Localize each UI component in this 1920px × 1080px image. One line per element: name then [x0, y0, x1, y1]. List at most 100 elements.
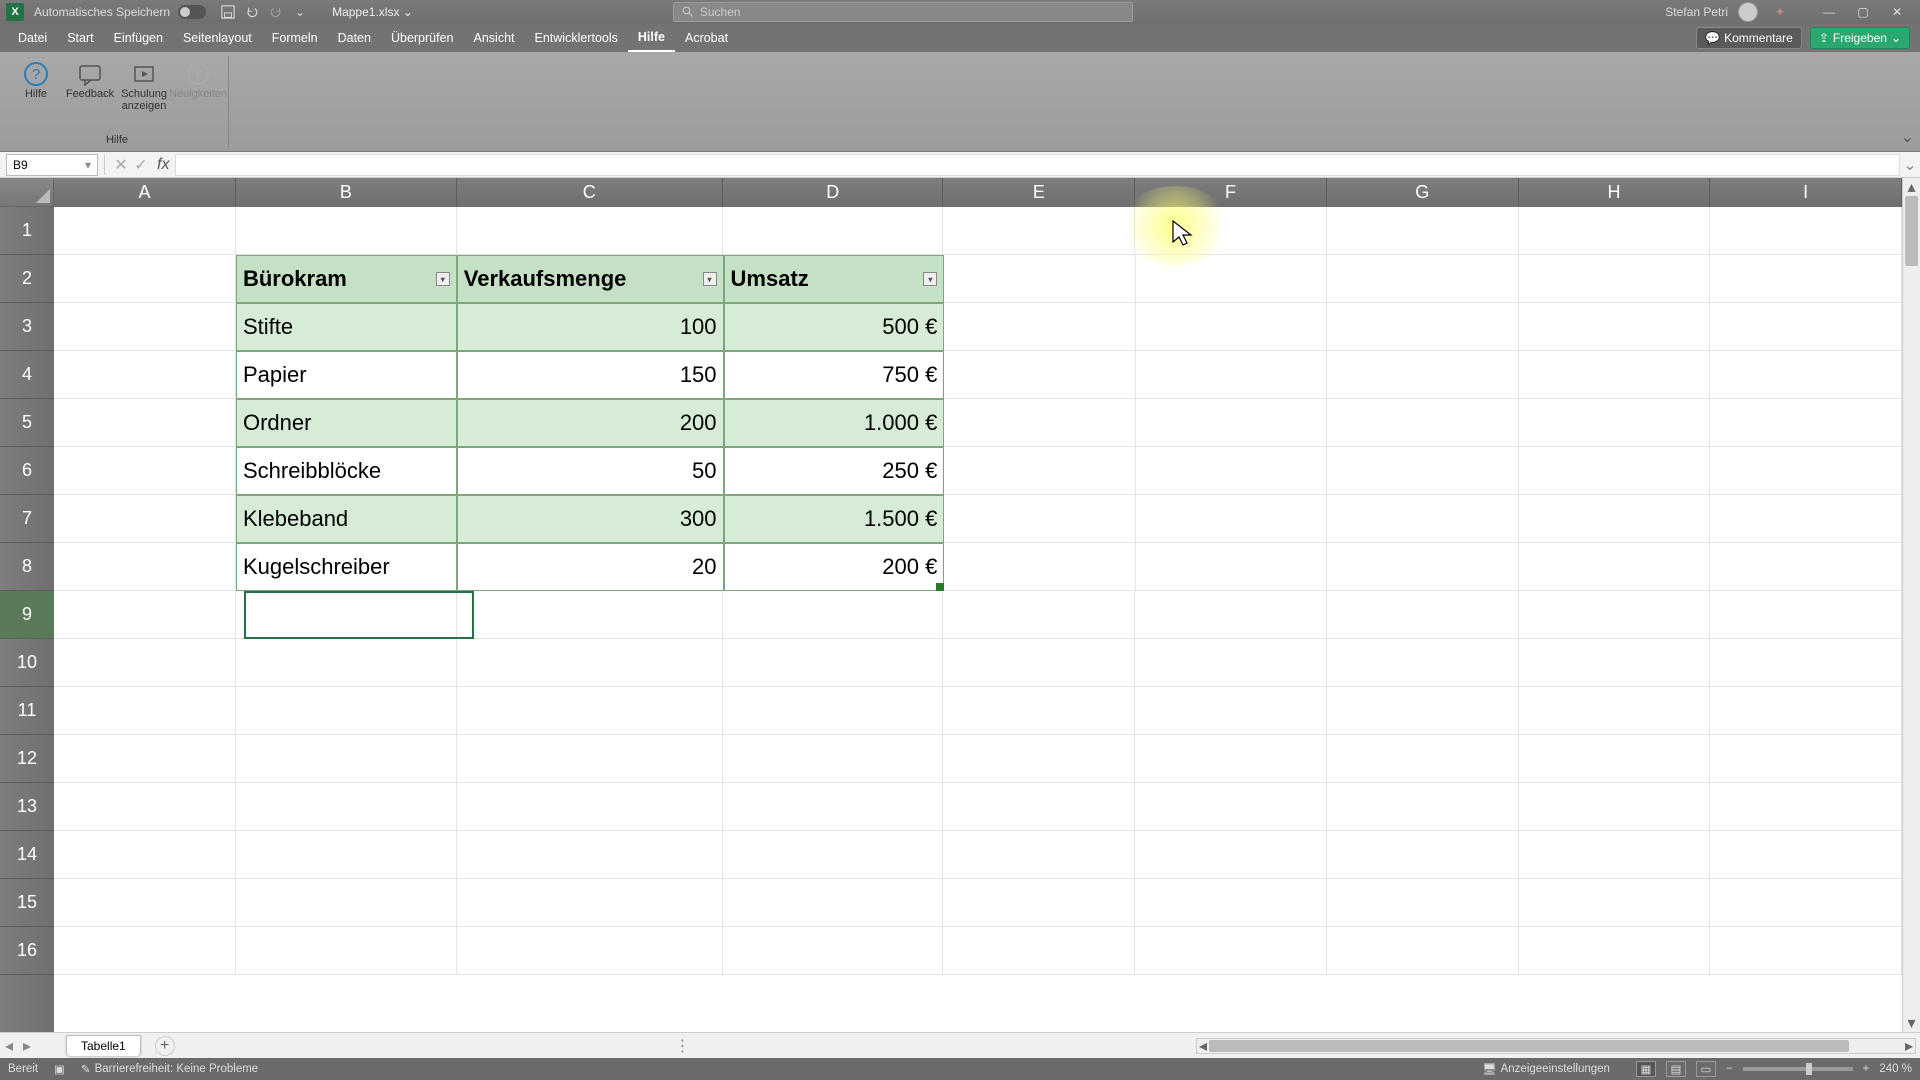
add-sheet-button[interactable]: + [155, 1036, 175, 1056]
cell-F4[interactable] [1136, 351, 1328, 399]
zoom-level[interactable]: 240 % [1879, 1063, 1912, 1075]
tab-überprüfen[interactable]: Überprüfen [381, 24, 464, 52]
close-icon[interactable]: ✕ [1880, 0, 1914, 24]
cell-F15[interactable] [1135, 879, 1327, 927]
cell-C9[interactable] [457, 591, 723, 639]
row-header-7[interactable]: 7 [0, 495, 54, 543]
cell-E3[interactable] [944, 303, 1136, 351]
cell-A4[interactable] [54, 351, 236, 399]
cell-G10[interactable] [1327, 639, 1519, 687]
view-page-layout-icon[interactable]: ▤ [1666, 1061, 1686, 1077]
scroll-thumb[interactable] [1905, 196, 1918, 266]
col-header-C[interactable]: C [457, 178, 723, 207]
cell-H15[interactable] [1519, 879, 1711, 927]
cell-D5[interactable]: 1.000 € [724, 399, 945, 447]
sync-icon[interactable]: ✦ [1771, 3, 1789, 21]
cell-C2[interactable]: Verkaufsmenge▾ [457, 255, 724, 303]
cell-F13[interactable] [1135, 783, 1327, 831]
cell-E8[interactable] [944, 543, 1136, 591]
tab-seitenlayout[interactable]: Seitenlayout [173, 24, 262, 52]
cell-F2[interactable] [1136, 255, 1328, 303]
cell-H12[interactable] [1519, 735, 1711, 783]
cell-E10[interactable] [943, 639, 1135, 687]
qat-more-icon[interactable]: ⌄ [291, 3, 309, 21]
cell-H7[interactable] [1519, 495, 1711, 543]
cell-I10[interactable] [1710, 639, 1902, 687]
cell-D2[interactable]: Umsatz▾ [724, 255, 945, 303]
cell-D11[interactable] [723, 687, 943, 735]
cell-C11[interactable] [457, 687, 723, 735]
autosave-toggle[interactable] [178, 5, 206, 19]
row-header-6[interactable]: 6 [0, 447, 54, 495]
comments-button[interactable]: 💬 Kommentare [1696, 27, 1802, 49]
cell-G4[interactable] [1327, 351, 1519, 399]
cell-H10[interactable] [1519, 639, 1711, 687]
cell-C6[interactable]: 50 [457, 447, 724, 495]
cell-B14[interactable] [236, 831, 456, 879]
cell-D1[interactable] [723, 207, 943, 255]
cell-G3[interactable] [1327, 303, 1519, 351]
cell-C13[interactable] [457, 783, 723, 831]
zoom-out-icon[interactable]: − [1726, 1063, 1733, 1075]
tab-datei[interactable]: Datei [8, 24, 57, 52]
tab-hilfe[interactable]: Hilfe [628, 24, 675, 52]
cell-F11[interactable] [1135, 687, 1327, 735]
filter-icon[interactable]: ▾ [436, 272, 450, 286]
cell-D10[interactable] [723, 639, 943, 687]
row-header-16[interactable]: 16 [0, 927, 54, 975]
cell-H3[interactable] [1519, 303, 1711, 351]
undo-icon[interactable] [243, 3, 261, 21]
cell-E4[interactable] [944, 351, 1136, 399]
cell-D4[interactable]: 750 € [724, 351, 945, 399]
cell-F14[interactable] [1135, 831, 1327, 879]
cancel-formula-icon[interactable]: ✕ [111, 155, 131, 175]
cell-G14[interactable] [1327, 831, 1519, 879]
cell-A3[interactable] [54, 303, 236, 351]
cell-G16[interactable] [1327, 927, 1519, 975]
cell-B12[interactable] [236, 735, 456, 783]
cell-F7[interactable] [1136, 495, 1328, 543]
ribbon-help-button[interactable]: ?Hilfe [10, 56, 62, 112]
tab-acrobat[interactable]: Acrobat [675, 24, 738, 52]
cell-F8[interactable] [1136, 543, 1328, 591]
cell-F16[interactable] [1135, 927, 1327, 975]
cell-B1[interactable] [236, 207, 456, 255]
cell-G6[interactable] [1327, 447, 1519, 495]
cell-A5[interactable] [54, 399, 236, 447]
cell-E1[interactable] [943, 207, 1135, 255]
spreadsheet-grid[interactable]: ABCDEFGHI 12345678910111213141516 Bürokr… [0, 178, 1920, 1032]
col-header-D[interactable]: D [723, 178, 943, 207]
cell-C14[interactable] [457, 831, 723, 879]
cell-A15[interactable] [54, 879, 236, 927]
row-header-10[interactable]: 10 [0, 639, 54, 687]
cell-E9[interactable] [943, 591, 1135, 639]
cell-B11[interactable] [236, 687, 456, 735]
cell-G2[interactable] [1327, 255, 1519, 303]
cell-A16[interactable] [54, 927, 236, 975]
collapse-ribbon-icon[interactable]: ⌄ [1901, 127, 1914, 147]
row-header-9[interactable]: 9 [0, 591, 54, 639]
cell-H2[interactable] [1519, 255, 1711, 303]
cell-F6[interactable] [1136, 447, 1328, 495]
cell-G7[interactable] [1327, 495, 1519, 543]
view-page-break-icon[interactable]: ▭ [1696, 1061, 1716, 1077]
cell-C16[interactable] [457, 927, 723, 975]
cell-H5[interactable] [1519, 399, 1711, 447]
row-header-4[interactable]: 4 [0, 351, 54, 399]
scroll-down-icon[interactable]: ▾ [1903, 1014, 1920, 1032]
cell-A10[interactable] [54, 639, 236, 687]
fx-icon[interactable]: fx [157, 156, 169, 174]
cell-H13[interactable] [1519, 783, 1711, 831]
cell-D7[interactable]: 1.500 € [724, 495, 945, 543]
cell-I1[interactable] [1710, 207, 1902, 255]
name-box[interactable]: B9▾ [6, 154, 98, 176]
cell-B9[interactable] [236, 591, 456, 639]
share-button[interactable]: ⇪ Freigeben ⌄ [1810, 27, 1910, 49]
cell-I13[interactable] [1710, 783, 1902, 831]
redo-icon[interactable] [267, 3, 285, 21]
cell-F10[interactable] [1135, 639, 1327, 687]
cell-I11[interactable] [1710, 687, 1902, 735]
cell-B5[interactable]: Ordner [236, 399, 457, 447]
row-header-1[interactable]: 1 [0, 207, 54, 255]
cell-E5[interactable] [944, 399, 1136, 447]
